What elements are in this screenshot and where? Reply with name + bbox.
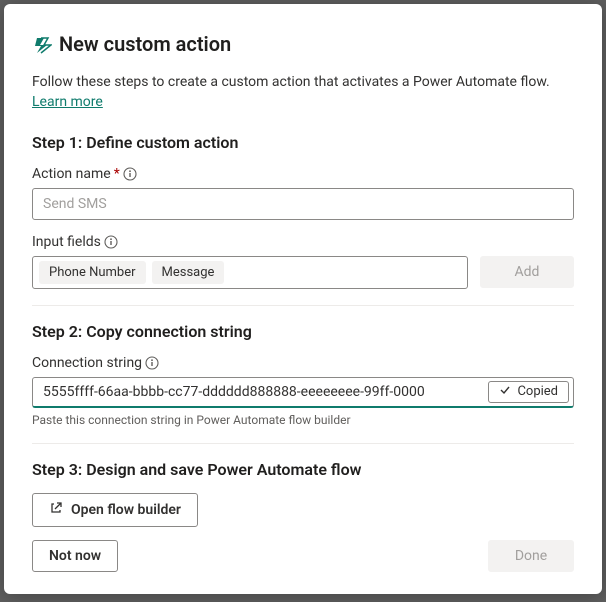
- learn-more-link[interactable]: Learn more: [32, 94, 103, 110]
- step1-title: Step 1: Define custom action: [32, 133, 574, 152]
- input-fields-label-text: Input fields: [32, 234, 101, 250]
- action-name-label-text: Action name: [32, 166, 111, 182]
- info-icon[interactable]: [104, 235, 118, 249]
- connection-string-label-text: Connection string: [32, 355, 142, 371]
- divider: [32, 443, 574, 444]
- custom-action-icon: [32, 34, 52, 54]
- external-link-icon: [49, 501, 63, 519]
- connection-string-value[interactable]: 5555ffff-66aa-bbbb-cc77-dddddd888888-eee…: [33, 378, 488, 406]
- chip-message[interactable]: Message: [152, 261, 225, 284]
- input-fields-label: Input fields: [32, 234, 574, 250]
- not-now-button[interactable]: Not now: [32, 540, 118, 572]
- chip-phone-number[interactable]: Phone Number: [39, 261, 146, 284]
- intro-text: Follow these steps to create a custom ac…: [32, 72, 574, 113]
- open-flow-builder-button[interactable]: Open flow builder: [32, 493, 198, 527]
- copied-label: Copied: [517, 384, 558, 399]
- info-icon[interactable]: [123, 167, 137, 181]
- connection-string-hint: Paste this connection string in Power Au…: [32, 413, 574, 427]
- check-icon: [499, 384, 511, 400]
- new-custom-action-dialog: New custom action Follow these steps to …: [4, 4, 602, 594]
- required-asterisk: *: [114, 166, 120, 182]
- copied-badge[interactable]: Copied: [488, 381, 569, 403]
- dialog-footer: Not now Done: [32, 530, 574, 572]
- intro-body: Follow these steps to create a custom ac…: [32, 74, 550, 90]
- info-icon[interactable]: [145, 356, 159, 370]
- open-flow-builder-label: Open flow builder: [71, 502, 181, 518]
- action-name-input[interactable]: [32, 188, 574, 220]
- action-name-label: Action name *: [32, 166, 574, 182]
- add-button: Add: [480, 256, 574, 288]
- done-button: Done: [488, 540, 574, 572]
- dialog-header: New custom action: [32, 32, 574, 56]
- connection-string-label: Connection string: [32, 355, 574, 371]
- input-fields-chips[interactable]: Phone Number Message: [32, 256, 468, 289]
- divider: [32, 305, 574, 306]
- step2-title: Step 2: Copy connection string: [32, 322, 574, 341]
- step3-title: Step 3: Design and save Power Automate f…: [32, 460, 574, 479]
- connection-string-field[interactable]: 5555ffff-66aa-bbbb-cc77-dddddd888888-eee…: [32, 377, 574, 408]
- dialog-title: New custom action: [59, 32, 231, 56]
